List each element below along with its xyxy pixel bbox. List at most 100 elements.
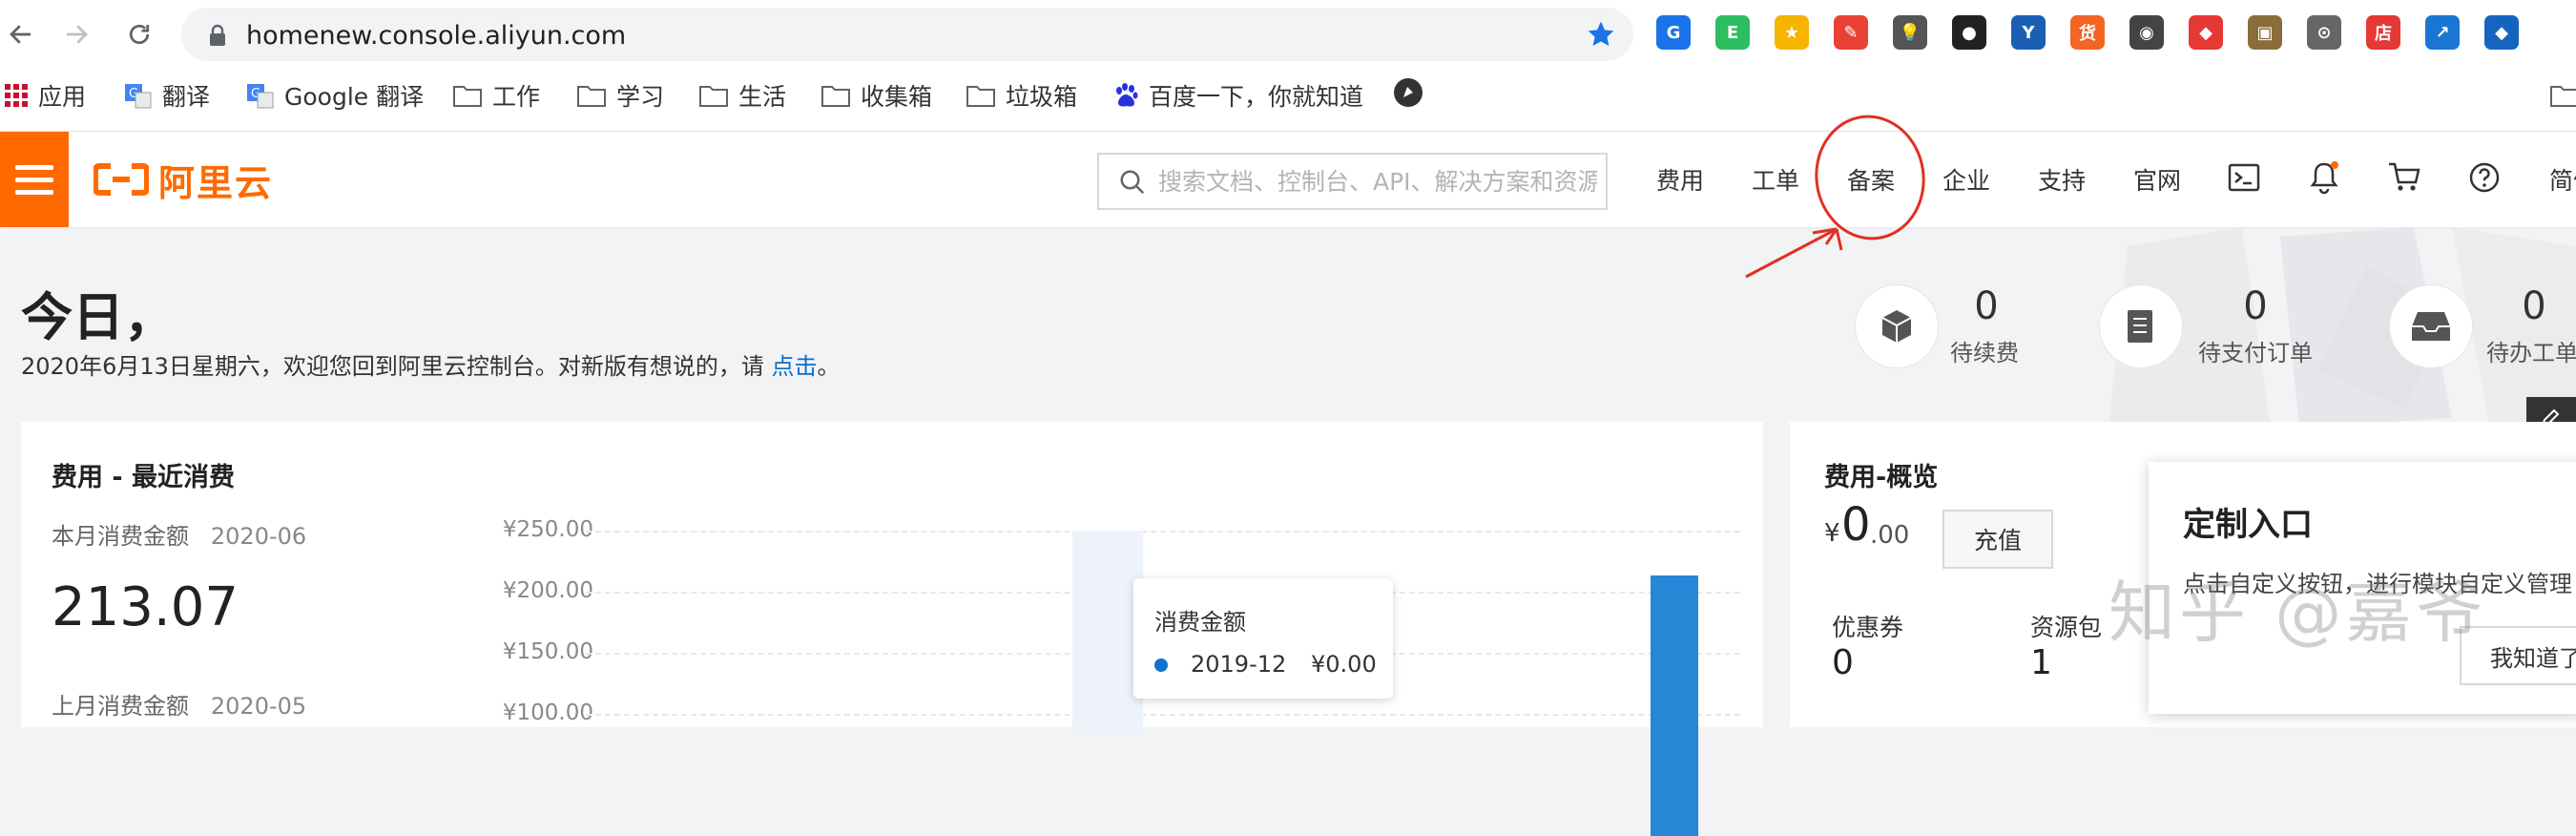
translate-icon: G bbox=[246, 81, 275, 110]
ext-camera-icon[interactable]: ◉ bbox=[2129, 15, 2164, 50]
y-tick-label: ¥200.00 bbox=[502, 578, 593, 603]
nav-billing[interactable]: 费用 bbox=[1656, 162, 1704, 197]
hamburger-line bbox=[15, 189, 53, 195]
bookmark-star-icon[interactable] bbox=[1586, 19, 1616, 50]
search-input[interactable] bbox=[1158, 164, 1597, 199]
apps-grid-icon bbox=[4, 83, 29, 108]
nav-enterprise[interactable]: 企业 bbox=[1942, 162, 1990, 197]
pending-ticket-count[interactable]: 0 bbox=[2477, 284, 2576, 328]
search-icon bbox=[1120, 170, 1145, 195]
ext-multicolor-icon[interactable]: ✎ bbox=[1834, 15, 1868, 50]
bookmark-folder-more[interactable] bbox=[2549, 78, 2576, 113]
balance-amount: 0 bbox=[1841, 498, 1871, 552]
recent-cost-card: 费用 - 最近消费 本月消费金额 2020-06 213.07 上月消费金额 2… bbox=[21, 422, 1763, 836]
renewal-count[interactable]: 0 bbox=[1929, 284, 2044, 328]
bookmark-folder-inbox[interactable]: 收集箱 bbox=[821, 78, 932, 113]
language-switch[interactable]: 简体 bbox=[2549, 162, 2576, 197]
zhihu-watermark: 知乎 @嘉爷 bbox=[2109, 574, 2487, 652]
ext-cube-icon[interactable]: ◆ bbox=[2484, 15, 2519, 50]
forward-button[interactable] bbox=[59, 17, 93, 52]
bookmark-folder-trash[interactable]: 垃圾箱 bbox=[966, 78, 1077, 113]
bookmark-label: 收集箱 bbox=[861, 83, 933, 111]
hamburger-line bbox=[15, 177, 53, 182]
last-month-period: 2020-05 bbox=[210, 693, 307, 720]
gridline bbox=[586, 531, 1740, 533]
this-month-label-text: 本月消费金额 bbox=[52, 523, 189, 550]
ext-picture-icon[interactable]: ▣ bbox=[2248, 15, 2282, 50]
this-month-label: 本月消费金额 2020-06 bbox=[52, 517, 306, 551]
nav-support[interactable]: 支持 bbox=[2038, 162, 2086, 197]
bookmark-folder-work[interactable]: 工作 bbox=[452, 78, 540, 113]
ext-yellow-icon[interactable]: ★ bbox=[1775, 15, 1809, 50]
main-menu-button[interactable] bbox=[0, 132, 69, 227]
terminal-icon bbox=[2228, 163, 2260, 192]
welcome-title: 今日， bbox=[21, 287, 176, 347]
tooltip-period: 2019-12 bbox=[1191, 651, 1287, 678]
browser-chrome: homenew.console.aliyun.com G E ★ ✎ 💡 ● Y 货 ◉ ◆ ▣ ⊙ 店… bbox=[0, 0, 2576, 131]
ext-red-shape-icon[interactable]: ◆ bbox=[2189, 15, 2223, 50]
chart-hover-band[interactable] bbox=[1072, 531, 1143, 731]
aliyun-logo[interactable]: 阿里云 bbox=[93, 155, 273, 204]
cloud-shell-button[interactable] bbox=[2225, 158, 2263, 197]
nav-icp-filing[interactable]: 备案 bbox=[1847, 162, 1895, 197]
help-question-icon bbox=[2469, 162, 2500, 193]
unpaid-stat-icon-wrap[interactable] bbox=[2099, 284, 2183, 368]
ext-gray-circle-icon[interactable]: ⊙ bbox=[2307, 15, 2341, 50]
chart-bar-2020-06[interactable] bbox=[1651, 575, 1698, 836]
bookmark-label: 工作 bbox=[492, 83, 541, 111]
translate-icon: G bbox=[124, 81, 153, 110]
bookmark-google-translate[interactable]: G Google 翻译 bbox=[246, 78, 424, 113]
back-button[interactable] bbox=[4, 17, 38, 52]
resource-package-count[interactable]: 1 bbox=[2030, 643, 2052, 682]
reload-button[interactable] bbox=[122, 17, 156, 52]
unpaid-order-count[interactable]: 0 bbox=[2198, 284, 2313, 328]
ext-orange-cn-icon[interactable]: 货 bbox=[2070, 15, 2105, 50]
inbox-icon bbox=[2412, 312, 2450, 341]
pending-ticket-label: 待办工单 bbox=[2486, 340, 2576, 366]
reload-icon bbox=[129, 24, 150, 45]
bookmark-label: Google 翻译 bbox=[284, 83, 425, 111]
ext-chart-icon[interactable]: ↗ bbox=[2425, 15, 2460, 50]
recharge-button[interactable]: 充值 bbox=[1942, 510, 2053, 569]
help-button[interactable] bbox=[2465, 158, 2503, 197]
bookmark-extra[interactable] bbox=[1393, 78, 1423, 113]
box-icon bbox=[1881, 310, 1912, 343]
arrow-left-icon bbox=[10, 25, 31, 44]
evernote-icon[interactable]: E bbox=[1715, 15, 1750, 50]
ext-bear-icon[interactable]: ● bbox=[1952, 15, 1986, 50]
hamburger-line bbox=[15, 164, 53, 170]
bookmark-folder-study[interactable]: 学习 bbox=[576, 78, 664, 113]
this-month-amount: 213.07 bbox=[52, 576, 239, 638]
feedback-link[interactable]: 点击 bbox=[772, 353, 818, 380]
last-month-label-text: 上月消费金额 bbox=[52, 693, 189, 720]
renewal-stat-icon-wrap[interactable] bbox=[1855, 284, 1939, 368]
ext-blue-circle-icon[interactable]: G bbox=[1656, 15, 1691, 50]
card-title: 费用-概览 bbox=[1824, 463, 1939, 492]
bookmark-apps[interactable]: 应用 bbox=[4, 78, 86, 113]
notifications-button[interactable] bbox=[2305, 158, 2343, 197]
this-month-period: 2020-06 bbox=[210, 523, 307, 550]
document-icon bbox=[2128, 310, 2152, 343]
baidu-paw-icon bbox=[1112, 82, 1139, 109]
lightbulb-icon[interactable]: 💡 bbox=[1893, 15, 1927, 50]
bookmark-baidu[interactable]: 百度一下，你就知道 bbox=[1112, 78, 1363, 113]
folder-icon bbox=[698, 83, 729, 108]
global-search[interactable] bbox=[1097, 153, 1608, 210]
address-bar[interactable]: homenew.console.aliyun.com bbox=[181, 8, 1633, 61]
coupon-count[interactable]: 0 bbox=[1832, 643, 1854, 682]
nav-tickets[interactable]: 工单 bbox=[1752, 162, 1799, 197]
tooltip-value: ¥0.00 bbox=[1311, 651, 1377, 678]
arrow-right-icon bbox=[67, 25, 88, 44]
nav-official-site[interactable]: 官网 bbox=[2133, 162, 2181, 197]
tickets-stat-icon-wrap[interactable] bbox=[2389, 284, 2473, 368]
url-text[interactable]: homenew.console.aliyun.com bbox=[246, 21, 626, 51]
resource-package-label: 资源包 bbox=[2030, 614, 2103, 641]
aliyun-logo-mark-icon bbox=[93, 163, 149, 196]
bookmark-translate[interactable]: G 翻译 bbox=[124, 78, 210, 113]
bookmark-folder-life[interactable]: 生活 bbox=[698, 78, 786, 113]
welcome-subtitle: 2020年6月13日星期六，欢迎您回到阿里云控制台。对新版有想说的，请 点击。 bbox=[21, 347, 841, 381]
ext-v-icon[interactable]: Y bbox=[2011, 15, 2046, 50]
cart-button[interactable] bbox=[2385, 158, 2423, 197]
balance-cents: .00 bbox=[1870, 521, 1910, 550]
ext-shop-icon[interactable]: 店 bbox=[2366, 15, 2400, 50]
